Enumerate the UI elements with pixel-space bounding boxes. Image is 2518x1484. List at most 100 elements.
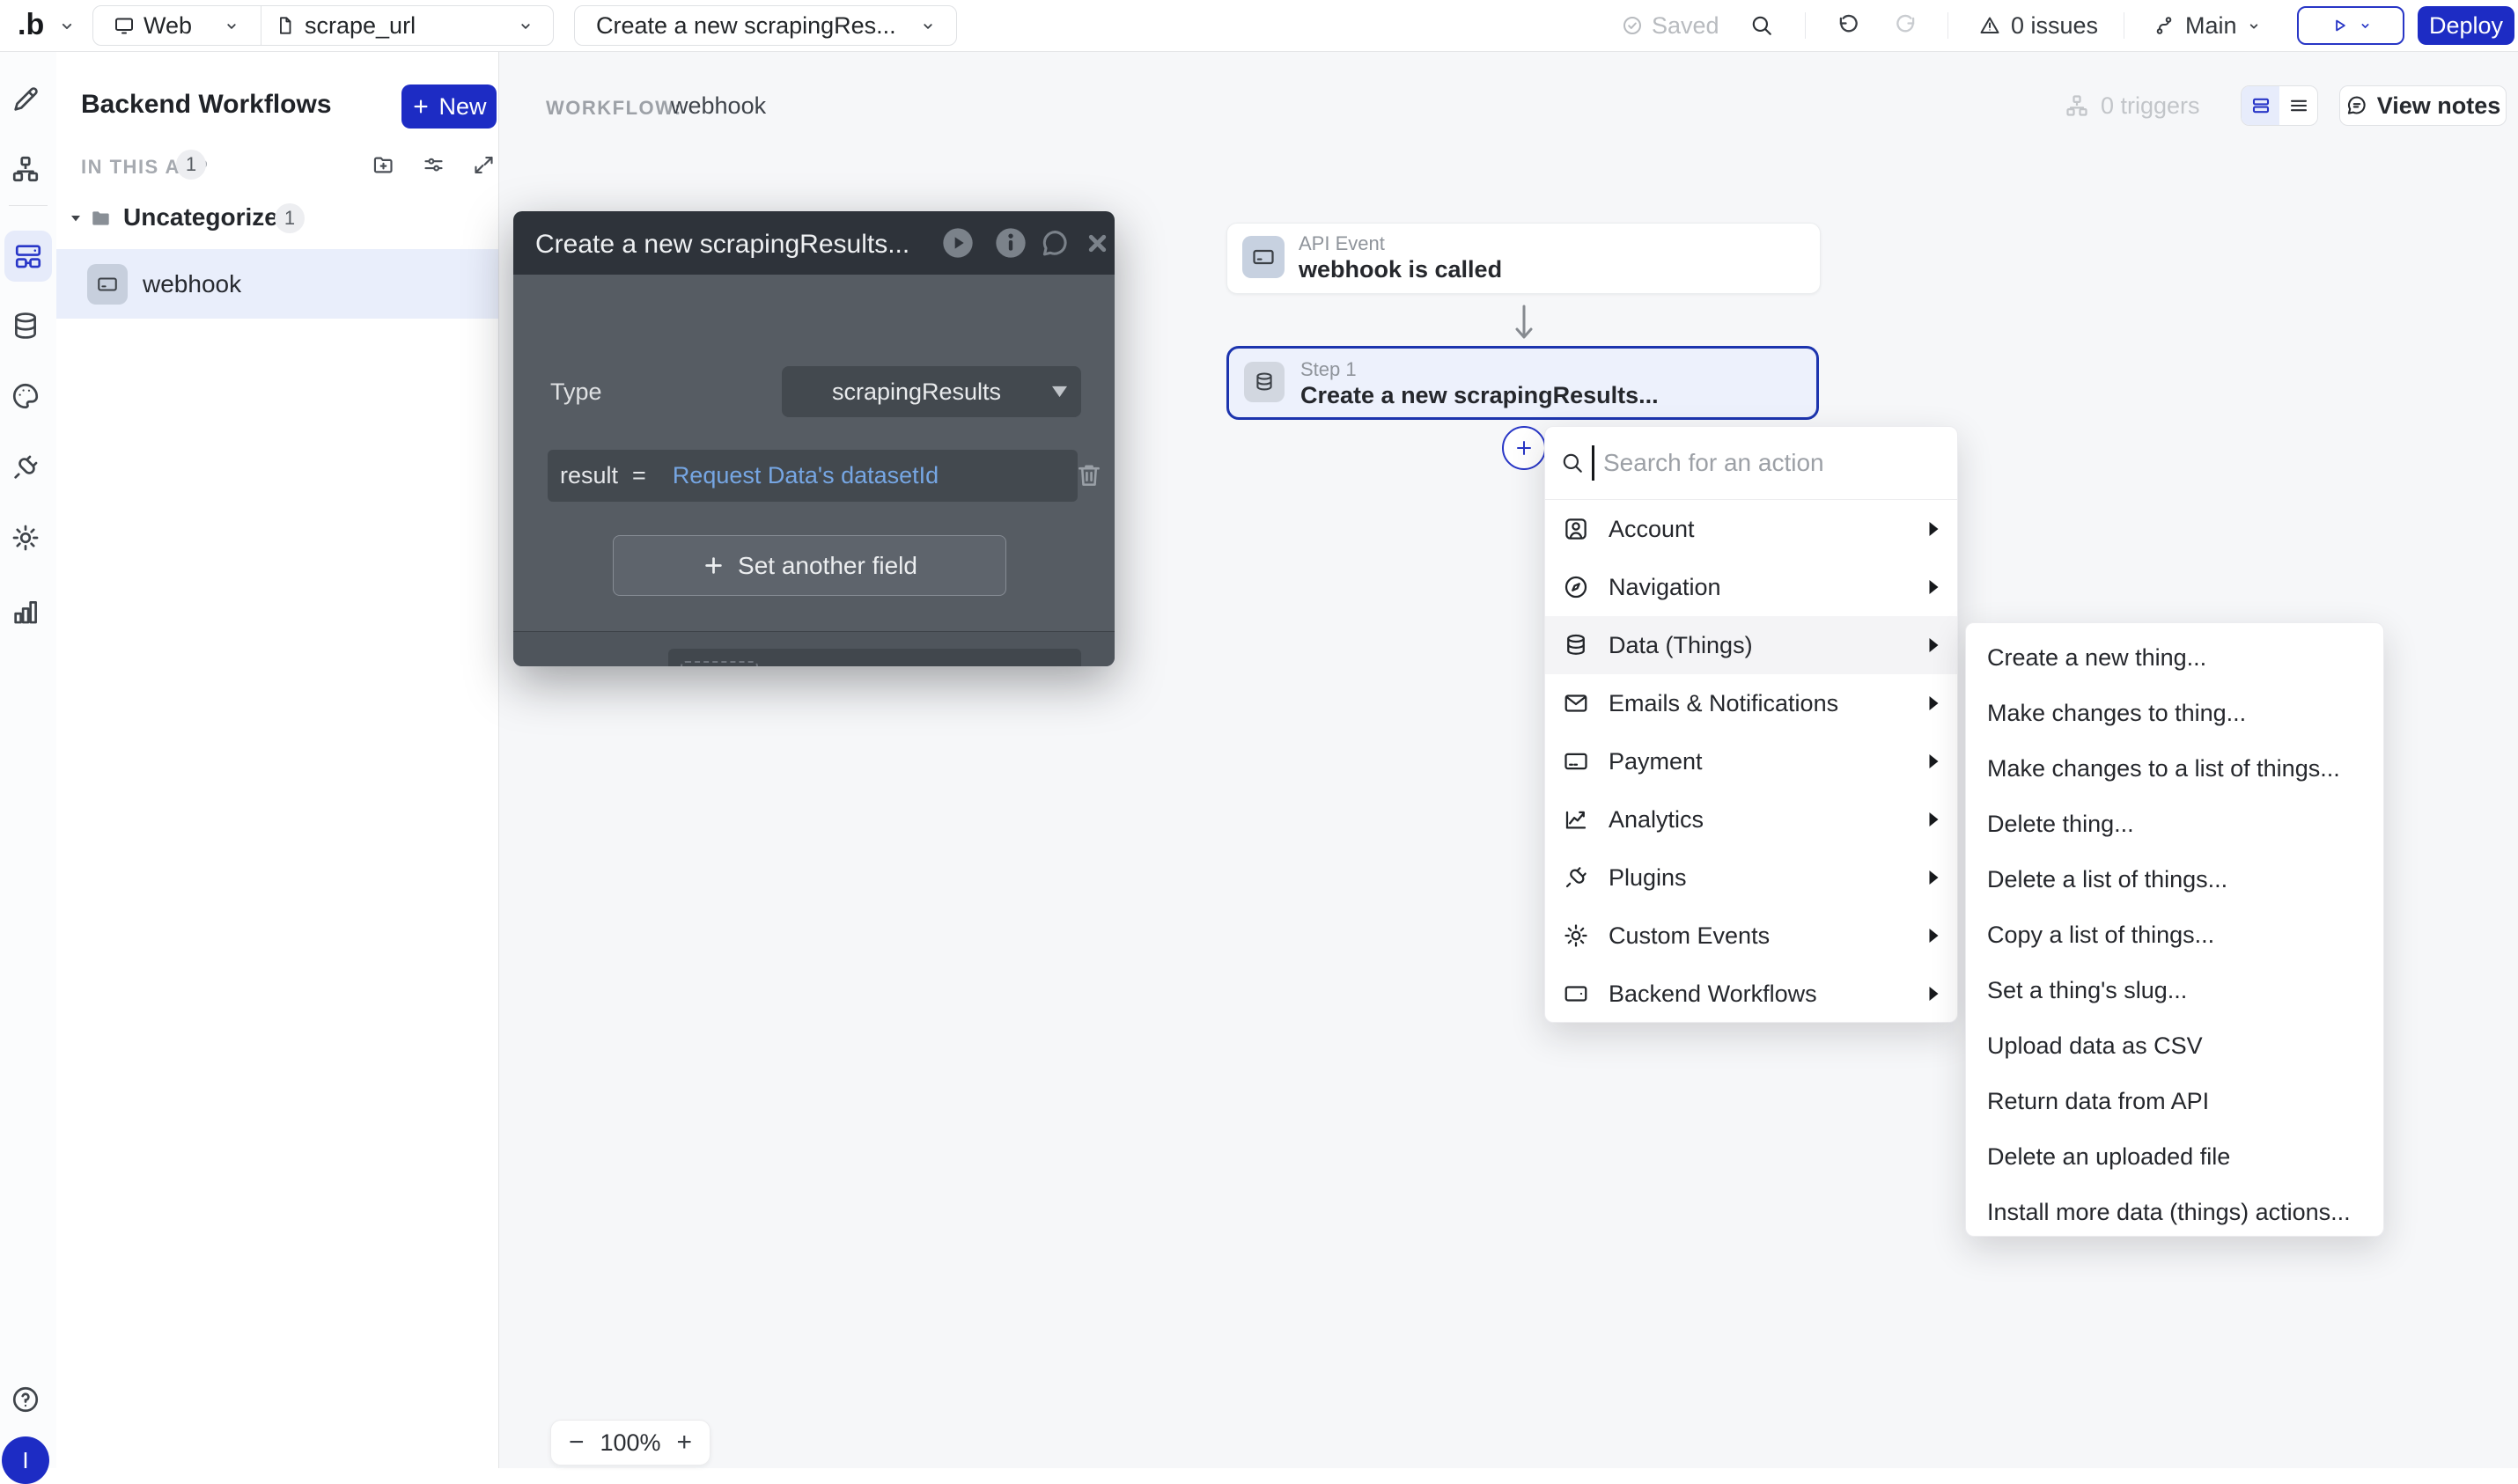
folder-row-uncategorized[interactable]: Uncategorized 1 xyxy=(56,197,498,239)
submenu-item-return-data-api[interactable]: Return data from API xyxy=(1966,1074,2383,1129)
set-another-field-button[interactable]: Set another field xyxy=(613,535,1006,596)
triggers-count: 0 triggers xyxy=(2101,92,2200,120)
submenu-item-delete-list[interactable]: Delete a list of things... xyxy=(1966,852,2383,907)
step-card-selected[interactable]: Step 1 Create a new scrapingResults... xyxy=(1226,346,1819,420)
save-status: Saved xyxy=(1652,0,1719,51)
view-notes-label: View notes xyxy=(2377,92,2501,120)
preview-button[interactable] xyxy=(2297,6,2404,45)
page-chevron-icon[interactable] xyxy=(518,18,534,34)
new-workflow-button[interactable]: New xyxy=(401,84,497,129)
submenu-item-make-changes-to-list[interactable]: Make changes to a list of things... xyxy=(1966,741,2383,797)
submenu-caret-icon xyxy=(1928,812,1940,826)
submenu-item-copy-list[interactable]: Copy a list of things... xyxy=(1966,907,2383,963)
step-database-icon xyxy=(1253,371,1276,393)
event-card[interactable]: API Event webhook is called xyxy=(1226,223,1821,294)
environment-chevron-icon[interactable] xyxy=(224,18,239,34)
modal-header[interactable]: Create a new scrapingResults... xyxy=(513,211,1115,275)
help-icon[interactable] xyxy=(11,1385,40,1414)
custom-events-gear-icon xyxy=(1563,922,1589,949)
deploy-button[interactable]: Deploy xyxy=(2418,6,2514,45)
action-selector[interactable]: Create a new scrapingRes... xyxy=(574,5,957,46)
submenu-item-delete-thing[interactable]: Delete thing... xyxy=(1966,797,2383,852)
menu-item-data-things[interactable]: Data (Things) xyxy=(1545,616,1957,674)
monitor-icon xyxy=(114,15,135,36)
page-tree-icon[interactable] xyxy=(11,154,40,184)
card-view-toggle-active[interactable] xyxy=(2242,86,2279,125)
zoom-out-button[interactable]: − xyxy=(569,1428,585,1458)
branch-selector[interactable]: Main xyxy=(2185,0,2237,51)
environment-selector[interactable]: Web xyxy=(144,6,192,45)
payment-card-icon xyxy=(1563,748,1589,775)
user-avatar[interactable]: I xyxy=(2,1436,49,1484)
styles-palette-icon[interactable] xyxy=(11,381,40,411)
issues-counter[interactable]: 0 issues xyxy=(2011,0,2098,51)
api-workflow-card-icon xyxy=(96,273,119,296)
field-assignment-row[interactable]: result = Request Data's datasetId xyxy=(548,450,1078,502)
top-bar: .b Web scrape_url Create a new scrapingR… xyxy=(0,0,2518,52)
delete-field-trash-icon[interactable] xyxy=(1074,460,1104,490)
bubble-logo[interactable]: .b xyxy=(18,8,44,42)
expand-icon[interactable] xyxy=(472,153,496,177)
comment-bubble-icon[interactable] xyxy=(1039,227,1071,260)
toolbar-separator xyxy=(1805,12,1806,39)
menu-item-payment[interactable]: Payment xyxy=(1545,732,1957,790)
preview-chevron-icon xyxy=(2359,19,2372,33)
menu-item-custom-events[interactable]: Custom Events xyxy=(1545,907,1957,965)
submenu-caret-icon xyxy=(1928,696,1940,710)
search-icon[interactable] xyxy=(1750,14,1773,37)
sidebar-item-backend-workflows-active[interactable] xyxy=(4,231,52,282)
menu-item-backend-workflows[interactable]: Backend Workflows xyxy=(1545,965,1957,1023)
menu-item-plugins[interactable]: Plugins xyxy=(1545,849,1957,907)
workflow-name: webhook xyxy=(671,92,766,120)
submenu-item-delete-uploaded-file[interactable]: Delete an uploaded file xyxy=(1966,1129,2383,1185)
workflow-label: WORKFLOW: xyxy=(546,97,682,120)
menu-item-account[interactable]: Account xyxy=(1545,500,1957,558)
filter-sliders-icon[interactable] xyxy=(422,153,445,177)
submenu-caret-icon xyxy=(1928,638,1940,652)
add-step-plus-icon xyxy=(1513,437,1535,459)
condition-input[interactable]: Click xyxy=(668,649,1081,666)
workflow-item-tile xyxy=(87,264,128,305)
notes-bubble-icon xyxy=(2345,94,2368,117)
logo-chevron-down-icon[interactable] xyxy=(58,18,76,35)
add-step-button[interactable] xyxy=(1502,426,1546,470)
run-play-icon[interactable] xyxy=(940,225,976,261)
page-selector[interactable]: scrape_url xyxy=(305,6,416,45)
type-label: Type xyxy=(550,378,602,406)
folder-icon xyxy=(90,207,113,230)
new-button-label: New xyxy=(438,93,486,121)
branch-chevron-icon[interactable] xyxy=(2247,19,2261,33)
workflow-list-item-webhook[interactable]: webhook xyxy=(56,249,498,319)
submenu-item-install-more-actions[interactable]: Install more data (things) actions... xyxy=(1966,1185,2383,1240)
submenu-caret-icon xyxy=(1928,754,1940,768)
folder-count-badge: 1 xyxy=(275,203,305,233)
action-search-input[interactable] xyxy=(1601,427,1940,499)
menu-item-analytics[interactable]: Analytics xyxy=(1545,790,1957,849)
menu-item-navigation[interactable]: Navigation xyxy=(1545,558,1957,616)
disclosure-caret-icon[interactable] xyxy=(69,211,83,225)
action-search-popup: Account Navigation Data (Things) Emails … xyxy=(1544,426,1958,1023)
close-icon[interactable] xyxy=(1085,231,1110,256)
type-dropdown-value: scrapingResults xyxy=(782,366,1081,417)
design-pencil-icon[interactable] xyxy=(11,84,40,114)
plus-icon xyxy=(411,97,431,116)
submenu-item-set-slug[interactable]: Set a thing's slug... xyxy=(1966,963,2383,1018)
condition-placeholder-chip[interactable]: Click xyxy=(681,661,758,666)
submenu-item-create-new-thing[interactable]: Create a new thing... xyxy=(1966,630,2383,686)
zoom-in-button[interactable]: + xyxy=(677,1428,693,1458)
type-dropdown[interactable]: scrapingResults xyxy=(782,366,1081,417)
undo-icon[interactable] xyxy=(1837,14,1859,37)
plugins-plug-icon[interactable] xyxy=(11,452,40,482)
logs-chart-icon[interactable] xyxy=(11,597,40,627)
info-icon[interactable] xyxy=(993,225,1028,261)
submenu-item-upload-csv[interactable]: Upload data as CSV xyxy=(1966,1018,2383,1074)
submenu-item-make-changes-to-thing[interactable]: Make changes to thing... xyxy=(1966,686,2383,741)
database-icon[interactable] xyxy=(11,311,40,341)
menu-item-emails-notifications[interactable]: Emails & Notifications xyxy=(1545,674,1957,732)
redo-icon[interactable] xyxy=(1895,14,1918,37)
add-folder-icon[interactable] xyxy=(372,153,395,177)
settings-gear-icon[interactable] xyxy=(11,523,40,553)
field-value-expression[interactable]: Request Data's datasetId xyxy=(673,462,939,489)
view-notes-button[interactable]: View notes xyxy=(2339,85,2507,126)
list-view-toggle[interactable] xyxy=(2279,86,2317,125)
